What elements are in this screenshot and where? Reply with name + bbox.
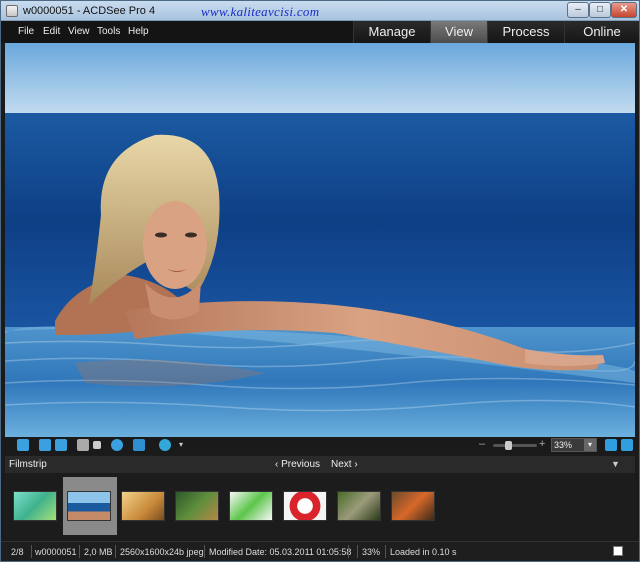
title-bar[interactable]: w0000051 - ACDSee Pro 4 www.kaliteavcisi… bbox=[1, 1, 639, 21]
app-icon[interactable] bbox=[6, 5, 18, 17]
status-position: 2/8 bbox=[11, 547, 24, 557]
rotate-right-icon[interactable] bbox=[55, 439, 67, 451]
tab-online[interactable]: Online bbox=[564, 21, 639, 43]
status-divider bbox=[385, 545, 386, 558]
previous-button[interactable]: ‹ Previous bbox=[275, 459, 320, 470]
panel-toggle-icon[interactable] bbox=[605, 439, 617, 451]
fullscreen-icon[interactable] bbox=[17, 439, 29, 451]
menu-edit[interactable]: Edit bbox=[43, 26, 60, 37]
status-bar: 2/8 w0000051 2,0 MB 2560x1600x24b jpeg M… bbox=[1, 541, 639, 561]
filmstrip bbox=[5, 473, 635, 541]
watermark-text: www.kaliteavcisi.com bbox=[201, 4, 320, 19]
status-divider bbox=[115, 545, 116, 558]
zoom-slider-thumb[interactable] bbox=[505, 441, 512, 450]
menu-view[interactable]: View bbox=[68, 26, 90, 37]
status-zoom: 33% bbox=[362, 547, 381, 557]
zoom-slider[interactable] bbox=[493, 441, 537, 450]
select-tool-icon[interactable] bbox=[93, 441, 101, 449]
menu-help[interactable]: Help bbox=[128, 26, 149, 37]
filmstrip-thumbnail[interactable] bbox=[279, 477, 333, 535]
filmstrip-thumbnail[interactable] bbox=[333, 477, 387, 535]
fit-window-icon[interactable] bbox=[621, 439, 633, 451]
zoom-tool-icon[interactable] bbox=[111, 439, 123, 451]
bamboo-panda-thumbnail-image bbox=[337, 491, 381, 521]
filmstrip-thumbnail[interactable] bbox=[225, 477, 279, 535]
filmstrip-header: Filmstrip ‹ Previous Next › ▼ bbox=[5, 456, 635, 473]
app-window: w0000051 - ACDSee Pro 4 www.kaliteavcisi… bbox=[0, 0, 640, 562]
main-photo bbox=[5, 43, 635, 437]
tab-view[interactable]: View bbox=[430, 21, 487, 43]
filmstrip-thumbnail[interactable] bbox=[387, 477, 441, 535]
menu-tools[interactable]: Tools bbox=[97, 26, 120, 37]
status-divider bbox=[204, 545, 205, 558]
green-fields-thumbnail-image bbox=[13, 491, 57, 521]
status-divider bbox=[348, 545, 349, 558]
zoom-value: 33% bbox=[554, 440, 573, 450]
zoom-dropdown-icon[interactable]: ▾ bbox=[584, 439, 596, 451]
more-tools-icon[interactable]: ▾ bbox=[179, 440, 183, 449]
status-divider bbox=[31, 545, 32, 558]
woman-in-pool-thumbnail-image bbox=[67, 491, 111, 521]
close-button[interactable]: ✕ bbox=[611, 2, 637, 18]
image-viewport[interactable] bbox=[5, 43, 635, 437]
minimize-button[interactable]: – bbox=[567, 2, 589, 18]
menu-bar: File Edit View Tools Help Manage View Pr… bbox=[1, 21, 639, 43]
tab-process[interactable]: Process bbox=[487, 21, 564, 43]
status-load-time: Loaded in 0.10 s bbox=[390, 547, 457, 557]
status-filename: w0000051 bbox=[35, 547, 77, 557]
status-divider bbox=[357, 545, 358, 558]
zoom-select[interactable]: 33% ▾ bbox=[551, 438, 597, 452]
golden-desert-thumbnail-image bbox=[121, 491, 165, 521]
zoom-out-icon[interactable]: – bbox=[479, 438, 485, 450]
green-chameleon-thumbnail-image bbox=[229, 491, 273, 521]
filmstrip-thumbnail[interactable] bbox=[63, 477, 117, 535]
filmstrip-thumbnail[interactable] bbox=[171, 477, 225, 535]
maximize-button[interactable]: □ bbox=[589, 2, 611, 18]
red-fox-thumbnail-image bbox=[391, 491, 435, 521]
mode-tabs: Manage View Process Online bbox=[353, 21, 639, 43]
tab-manage[interactable]: Manage bbox=[353, 21, 430, 43]
menu-file[interactable]: File bbox=[18, 26, 34, 37]
collapse-icon[interactable]: ▼ bbox=[611, 459, 620, 469]
status-format: 2560x1600x24b jpeg bbox=[120, 547, 204, 557]
color-tool-icon[interactable] bbox=[159, 439, 171, 451]
status-checkbox[interactable] bbox=[613, 546, 623, 556]
filmstrip-thumbnail[interactable] bbox=[9, 477, 63, 535]
hand-tool-icon[interactable] bbox=[77, 439, 89, 451]
status-divider bbox=[79, 545, 80, 558]
status-filesize: 2,0 MB bbox=[84, 547, 113, 557]
forest-frame-thumbnail-image bbox=[175, 491, 219, 521]
rotate-left-icon[interactable] bbox=[39, 439, 51, 451]
filmstrip-thumbnail[interactable] bbox=[117, 477, 171, 535]
red-alarm-clock-thumbnail-image bbox=[283, 491, 327, 521]
zoom-in-icon[interactable]: + bbox=[539, 438, 545, 450]
status-modified: Modified Date: 05.03.2011 01:05:58 bbox=[209, 547, 352, 557]
next-button[interactable]: Next › bbox=[331, 459, 358, 470]
window-title: w0000051 - ACDSee Pro 4 bbox=[23, 5, 156, 17]
filmstrip-title: Filmstrip bbox=[9, 459, 47, 470]
image-toolbar: ▾ – + 33% ▾ bbox=[5, 437, 635, 454]
fit-image-icon[interactable] bbox=[133, 439, 145, 451]
